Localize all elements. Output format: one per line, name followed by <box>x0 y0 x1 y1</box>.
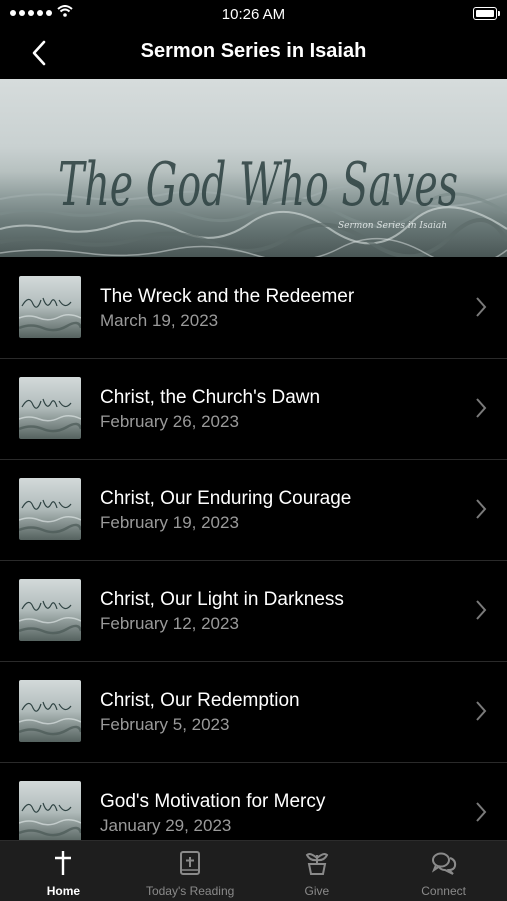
sermon-thumbnail <box>19 781 81 843</box>
bible-icon <box>180 851 201 875</box>
sermon-title: Christ, Our Light in Darkness <box>100 589 344 610</box>
sermon-date: February 19, 2023 <box>100 513 239 532</box>
banner-subtitle: Sermon Series in Isaiah <box>338 221 447 231</box>
tab-label: Give <box>304 884 330 898</box>
chevron-right-icon <box>476 499 487 519</box>
plant-icon <box>305 853 329 875</box>
svg-text:The God Who Saves: The God Who Saves <box>58 150 458 220</box>
list-item[interactable]: Christ, Our Redemption February 5, 2023 <box>0 662 507 763</box>
status-bar: 10:26 AM <box>0 0 507 28</box>
sermon-thumbnail <box>19 680 81 742</box>
chat-icon <box>431 852 456 875</box>
status-time: 10:26 AM <box>221 6 286 23</box>
list-item[interactable]: Christ, the Church's Dawn February 26, 2… <box>0 359 507 460</box>
nav-bar: Sermon Series in Isaiah <box>0 28 507 78</box>
list-item[interactable]: Christ, Our Enduring Courage February 19… <box>0 460 507 561</box>
tab-connect[interactable]: Connect <box>380 841 507 901</box>
page-title: Sermon Series in Isaiah <box>140 40 367 62</box>
sermon-date: February 12, 2023 <box>100 614 239 633</box>
tab-todays-reading[interactable]: Today's Reading <box>127 841 254 901</box>
list-item[interactable]: Christ, Our Light in Darkness February 1… <box>0 561 507 662</box>
tab-label: Home <box>46 884 81 898</box>
tab-bar: Home Today's Reading Give Connect <box>0 840 507 901</box>
series-banner: The God Who Saves Sermon Series in Isaia… <box>0 79 507 257</box>
sermon-thumbnail <box>19 276 81 338</box>
sermon-title: The Wreck and the Redeemer <box>100 286 355 307</box>
sermon-list: The Wreck and the Redeemer March 19, 202… <box>0 258 507 864</box>
sermon-date: February 26, 2023 <box>100 412 239 431</box>
sermon-date: March 19, 2023 <box>100 311 219 330</box>
sermon-title: God's Motivation for Mercy <box>100 791 326 812</box>
tab-label: Today's Reading <box>145 884 235 898</box>
sermon-thumbnail <box>19 478 81 540</box>
sermon-thumbnail <box>19 377 81 439</box>
chevron-right-icon <box>476 398 487 418</box>
sermon-title: Christ, Our Enduring Courage <box>100 488 352 509</box>
sermon-thumbnail <box>19 579 81 641</box>
chevron-right-icon <box>476 600 487 620</box>
list-item[interactable]: The Wreck and the Redeemer March 19, 202… <box>0 258 507 359</box>
battery-icon <box>473 7 500 20</box>
chevron-right-icon <box>476 802 487 822</box>
cross-icon <box>55 851 72 875</box>
tab-home[interactable]: Home <box>0 841 127 901</box>
sermon-title: Christ, Our Redemption <box>100 690 300 711</box>
tab-label: Connect <box>421 884 466 898</box>
chevron-right-icon <box>476 297 487 317</box>
sermon-date: February 5, 2023 <box>100 715 230 734</box>
sermon-date: January 29, 2023 <box>100 816 232 835</box>
chevron-right-icon <box>476 701 487 721</box>
sermon-title: Christ, the Church's Dawn <box>100 387 321 408</box>
tab-give[interactable]: Give <box>254 841 381 901</box>
